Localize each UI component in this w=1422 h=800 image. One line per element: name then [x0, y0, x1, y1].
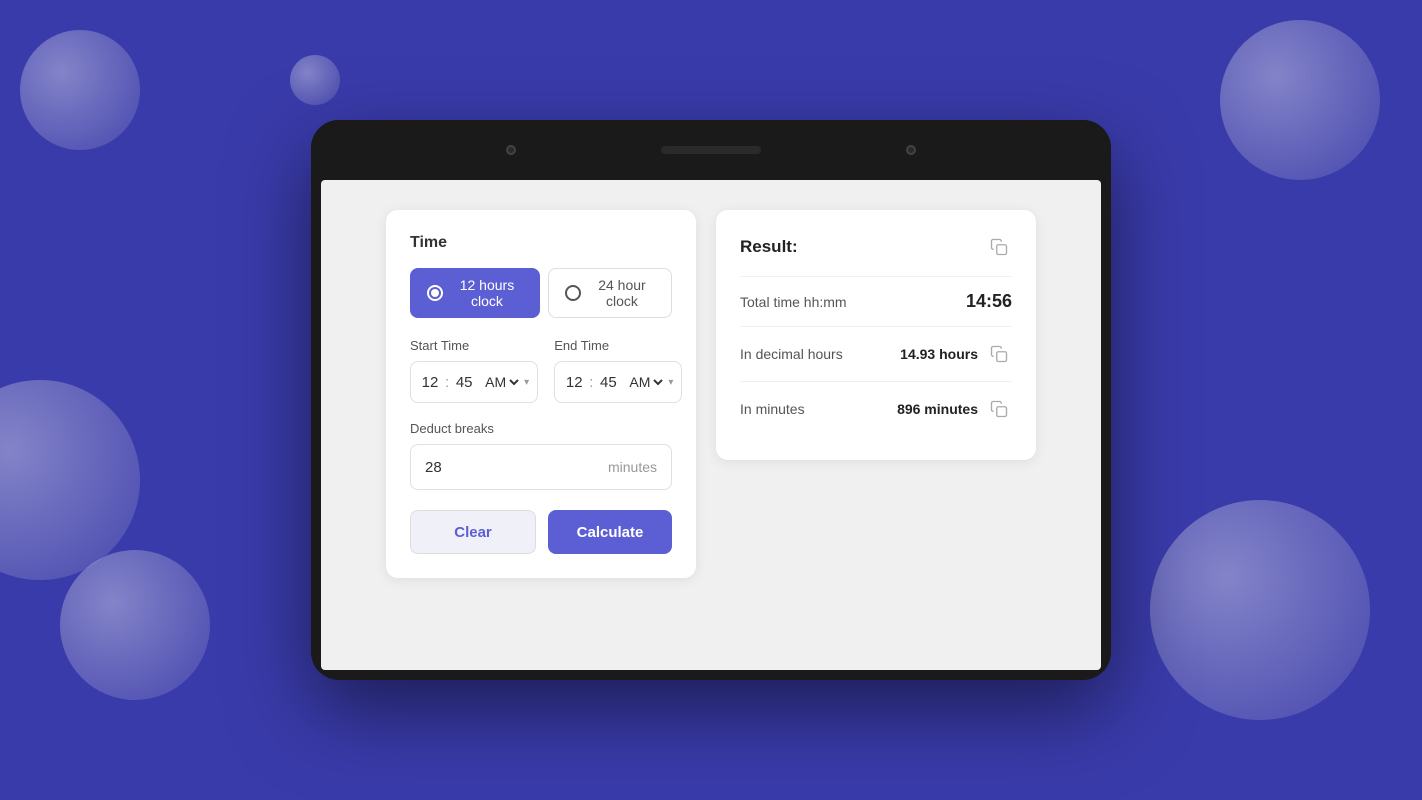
- copy-minutes-icon: [990, 400, 1008, 418]
- start-hours: 12: [419, 374, 441, 391]
- end-time-group: End Time 12 : 45 AM PM ▾: [554, 338, 682, 403]
- end-time-label: End Time: [554, 338, 682, 353]
- time-calculator-card: Time 12 hours clock 24 hour clock Start …: [386, 210, 696, 578]
- start-time-input[interactable]: 12 : 45 AM PM ▾: [410, 361, 538, 403]
- time-card-title: Time: [410, 234, 672, 252]
- bubble-1: [20, 30, 140, 150]
- start-ampm-select[interactable]: AM PM: [481, 373, 522, 391]
- decimal-hours-label: In decimal hours: [740, 346, 843, 362]
- minutes-label: In minutes: [740, 401, 805, 417]
- calculate-button[interactable]: Calculate: [548, 510, 672, 554]
- start-minutes: 45: [453, 374, 475, 391]
- start-dropdown-icon: ▾: [524, 377, 529, 388]
- camera-left: [506, 145, 516, 155]
- start-time-label: Start Time: [410, 338, 538, 353]
- tablet-frame: Time 12 hours clock 24 hour clock Start …: [311, 120, 1111, 680]
- total-time-label: Total time hh:mm: [740, 294, 847, 310]
- 24h-radio-circle: [565, 285, 581, 301]
- 24h-clock-radio[interactable]: 24 hour clock: [548, 268, 672, 318]
- end-ampm-select[interactable]: AM PM: [625, 373, 666, 391]
- bubble-2: [290, 55, 340, 105]
- end-sep: :: [589, 374, 593, 391]
- end-dropdown-icon: ▾: [668, 377, 673, 388]
- bubble-4: [60, 550, 210, 700]
- 12h-radio-circle: [427, 285, 443, 301]
- tablet-screen: Time 12 hours clock 24 hour clock Start …: [321, 180, 1101, 670]
- time-fields-row: Start Time 12 : 45 AM PM ▾ End Time: [410, 338, 672, 403]
- copy-minutes-button[interactable]: [986, 396, 1012, 422]
- result-title: Result:: [740, 237, 798, 257]
- minutes-value: 896 minutes: [897, 401, 978, 417]
- result-row-minutes: In minutes 896 minutes: [740, 381, 1012, 436]
- deduct-breaks-input[interactable]: 28 minutes: [410, 444, 672, 490]
- clear-button[interactable]: Clear: [410, 510, 536, 554]
- decimal-hours-value: 14.93 hours: [900, 346, 978, 362]
- speaker: [661, 146, 761, 154]
- bubble-5: [1150, 500, 1370, 720]
- total-time-value: 14:56: [966, 291, 1012, 312]
- result-card: Result: Total time hh:mm 14:56 In decima…: [716, 210, 1036, 460]
- copy-decimal-button[interactable]: [986, 341, 1012, 367]
- bubble-3: [0, 380, 140, 580]
- tablet-top-bar: [311, 120, 1111, 180]
- end-time-input[interactable]: 12 : 45 AM PM ▾: [554, 361, 682, 403]
- minutes-right: 896 minutes: [897, 396, 1012, 422]
- end-hours: 12: [563, 374, 585, 391]
- 24h-clock-label: 24 hour clock: [589, 277, 655, 309]
- copy-all-icon: [990, 238, 1008, 256]
- result-row-decimal: In decimal hours 14.93 hours: [740, 326, 1012, 381]
- camera-right: [906, 145, 916, 155]
- deduct-breaks-value: 28: [425, 459, 442, 476]
- bubble-6: [1220, 20, 1380, 180]
- deduct-breaks-label: Deduct breaks: [410, 421, 672, 436]
- end-minutes: 45: [597, 374, 619, 391]
- start-time-group: Start Time 12 : 45 AM PM ▾: [410, 338, 538, 403]
- result-row-total: Total time hh:mm 14:56: [740, 276, 1012, 326]
- copy-decimal-icon: [990, 345, 1008, 363]
- start-sep: :: [445, 374, 449, 391]
- 12h-clock-label: 12 hours clock: [451, 277, 523, 309]
- result-header: Result:: [740, 234, 1012, 260]
- action-buttons: Clear Calculate: [410, 510, 672, 554]
- 12h-clock-radio[interactable]: 12 hours clock: [410, 268, 540, 318]
- copy-all-button[interactable]: [986, 234, 1012, 260]
- deduct-breaks-unit: minutes: [608, 459, 657, 475]
- clock-type-radio-group: 12 hours clock 24 hour clock: [410, 268, 672, 318]
- decimal-hours-right: 14.93 hours: [900, 341, 1012, 367]
